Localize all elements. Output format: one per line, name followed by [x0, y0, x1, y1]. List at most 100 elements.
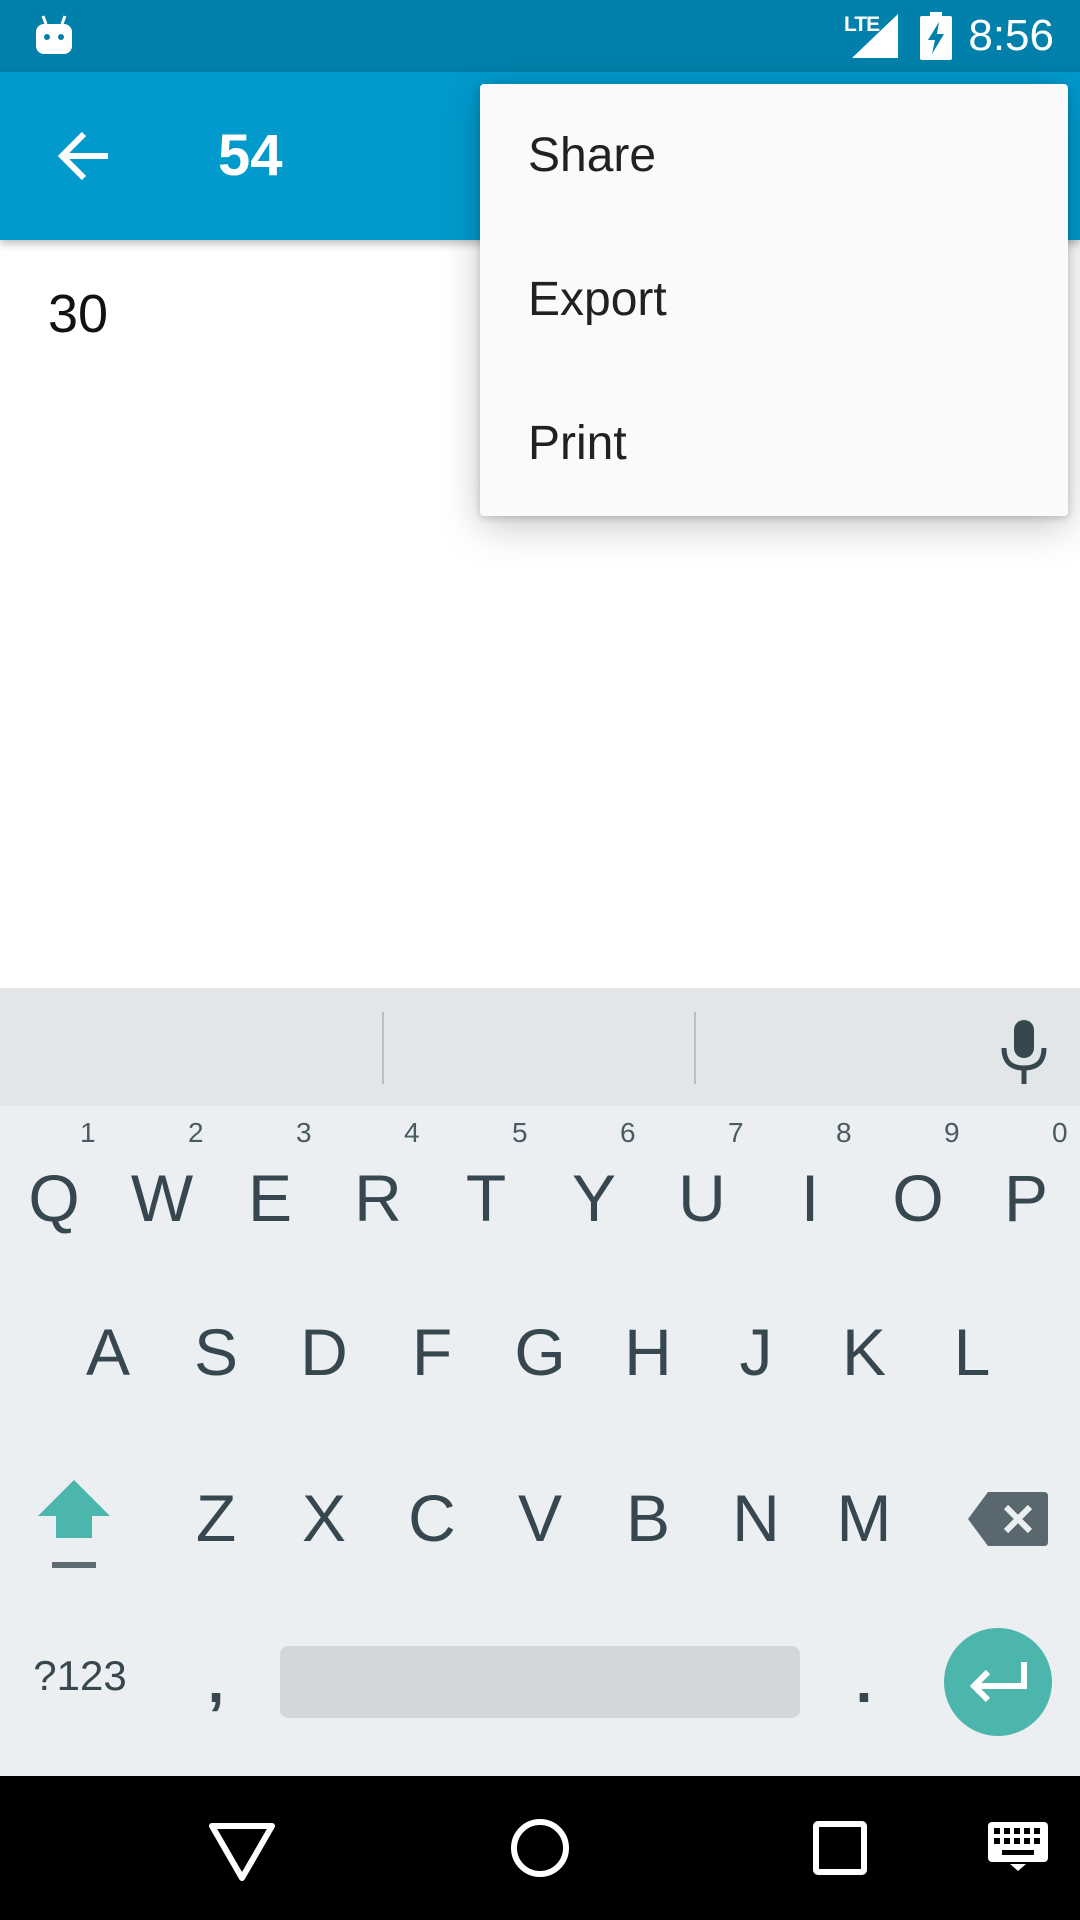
key-z[interactable]: Z — [162, 1460, 270, 1610]
status-bar: LTE 8:56 — [0, 0, 1080, 72]
key-x[interactable]: X — [270, 1460, 378, 1610]
backspace-key[interactable] — [952, 1460, 1080, 1610]
key-hint: 5 — [512, 1117, 528, 1148]
key-n[interactable]: N — [702, 1460, 810, 1610]
nav-recents-button[interactable] — [802, 1810, 878, 1886]
key-q[interactable]: Q 1 — [0, 1118, 108, 1268]
key-y[interactable]: Y 6 — [540, 1118, 648, 1268]
key-hint: 9 — [944, 1117, 960, 1148]
symbols-key-label: ?123 — [33, 1652, 127, 1699]
microphone-icon — [1001, 1020, 1047, 1084]
key-hint: 0 — [1052, 1117, 1068, 1148]
suggestion-divider — [382, 1012, 384, 1084]
soft-keyboard: Q 1 W 2 E 3 R 4 T 5 Y 6 U 7 I 8 O 9 P 0 … — [0, 988, 1080, 1776]
key-label: A — [85, 1315, 131, 1389]
shift-key[interactable] — [0, 1460, 150, 1610]
key-p[interactable]: P 0 — [972, 1118, 1080, 1268]
key-label: L — [953, 1315, 991, 1389]
key-t[interactable]: T 5 — [432, 1118, 540, 1268]
key-d[interactable]: D — [270, 1294, 378, 1444]
key-label: T — [465, 1161, 507, 1235]
key-e[interactable]: E 3 — [216, 1118, 324, 1268]
back-triangle-icon — [209, 1823, 275, 1881]
enter-arrow-icon — [969, 1662, 1027, 1703]
menu-item-export[interactable]: Export — [480, 228, 1068, 372]
key-label: R — [354, 1161, 402, 1235]
home-circle-icon — [511, 1819, 569, 1877]
android-notification-icon — [36, 15, 72, 54]
menu-item-share[interactable]: Share — [480, 84, 1068, 228]
key-m[interactable]: M — [810, 1460, 918, 1610]
key-r[interactable]: R 4 — [324, 1118, 432, 1268]
navigation-bar — [0, 1776, 1080, 1920]
key-hint: 7 — [728, 1117, 744, 1148]
key-label: . — [855, 1648, 873, 1715]
key-hint: 2 — [188, 1117, 204, 1148]
period-key[interactable]: . — [810, 1628, 918, 1738]
key-hint: 4 — [404, 1117, 420, 1148]
menu-item-label: Print — [528, 417, 627, 470]
key-label: U — [678, 1161, 726, 1235]
key-label: X — [301, 1481, 347, 1555]
menu-item-label: Export — [528, 273, 667, 326]
menu-item-print[interactable]: Print — [480, 372, 1068, 516]
symbols-key[interactable]: ?123 — [0, 1646, 160, 1718]
suggestion-divider — [694, 1012, 696, 1084]
key-w[interactable]: W 2 — [108, 1118, 216, 1268]
key-hint: 1 — [80, 1117, 96, 1148]
key-a[interactable]: A — [54, 1294, 162, 1444]
battery-charging-icon — [920, 12, 952, 60]
key-label: N — [732, 1481, 780, 1555]
key-hint: 6 — [620, 1117, 636, 1148]
keyboard-switch-icon — [988, 1822, 1048, 1871]
recents-square-icon — [813, 1821, 867, 1875]
key-label: H — [624, 1315, 672, 1389]
page-title: 54 — [218, 123, 283, 188]
key-label: V — [517, 1481, 563, 1555]
key-u[interactable]: U 7 — [648, 1118, 756, 1268]
overflow-menu: Share Export Print — [480, 84, 1068, 516]
status-time: 8:56 — [968, 11, 1054, 60]
key-v[interactable]: V — [486, 1460, 594, 1610]
shift-arrow-icon — [38, 1480, 110, 1568]
nav-keyboard-switch-button[interactable] — [986, 1820, 1050, 1872]
key-label: G — [514, 1315, 566, 1389]
key-label: D — [300, 1315, 348, 1389]
key-label: S — [193, 1315, 239, 1389]
key-label: M — [836, 1481, 892, 1555]
key-label: B — [625, 1481, 671, 1555]
key-label: Q — [28, 1161, 80, 1235]
key-label: P — [1003, 1161, 1049, 1235]
arrow-back-icon — [57, 131, 108, 181]
key-b[interactable]: B — [594, 1460, 702, 1610]
note-content[interactable]: 30 — [48, 282, 108, 346]
key-label: E — [247, 1161, 293, 1235]
voice-input-button[interactable] — [992, 1016, 1056, 1088]
key-l[interactable]: L — [918, 1294, 1026, 1444]
key-o[interactable]: O 9 — [864, 1118, 972, 1268]
key-label: C — [408, 1481, 456, 1555]
key-hint: 3 — [296, 1117, 312, 1148]
key-i[interactable]: I 8 — [756, 1118, 864, 1268]
key-hint: 8 — [836, 1117, 852, 1148]
key-label: J — [739, 1315, 773, 1389]
comma-key[interactable]: , — [162, 1628, 270, 1738]
back-button[interactable] — [48, 120, 120, 192]
spacebar[interactable] — [280, 1646, 800, 1718]
key-j[interactable]: J — [702, 1294, 810, 1444]
key-s[interactable]: S — [162, 1294, 270, 1444]
key-label: F — [411, 1315, 453, 1389]
key-label: I — [800, 1161, 820, 1235]
key-g[interactable]: G — [486, 1294, 594, 1444]
enter-key[interactable] — [944, 1628, 1052, 1736]
backspace-icon — [968, 1492, 1048, 1546]
suggestion-strip — [0, 988, 1080, 1106]
nav-back-button[interactable] — [204, 1810, 280, 1886]
key-f[interactable]: F — [378, 1294, 486, 1444]
key-h[interactable]: H — [594, 1294, 702, 1444]
signal-icon — [852, 14, 898, 58]
nav-home-button[interactable] — [502, 1810, 578, 1886]
menu-item-label: Share — [528, 129, 657, 182]
key-c[interactable]: C — [378, 1460, 486, 1610]
key-k[interactable]: K — [810, 1294, 918, 1444]
